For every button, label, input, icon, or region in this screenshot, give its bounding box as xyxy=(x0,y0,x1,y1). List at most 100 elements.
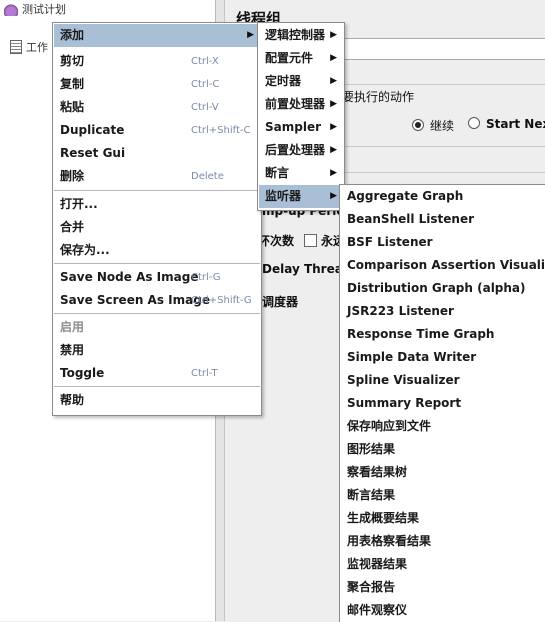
chevron-right-icon: ▶ xyxy=(330,122,337,132)
menu-item-label: 断言结果 xyxy=(347,488,396,502)
listener-item-spline-visualizer[interactable]: Spline Visualizer xyxy=(341,369,545,392)
listener-item-item-16[interactable]: 监视器结果 xyxy=(341,553,545,576)
tree-item-workbench[interactable]: 工作 xyxy=(4,38,48,56)
submenu-item-item-7[interactable]: 监听器 ▶ xyxy=(259,185,343,208)
radio-continue[interactable]: 继续 xyxy=(412,117,454,134)
menu-item-label: Summary Report xyxy=(347,396,462,410)
listener-item-comparison-assertion-visualizer[interactable]: Comparison Assertion Visualizer xyxy=(341,254,545,277)
shortcut-hint: Ctrl-X xyxy=(191,56,219,67)
menu-item-label: 帮助 xyxy=(60,393,85,407)
chevron-right-icon: ▶ xyxy=(330,30,337,40)
menu-item-label: 打开... xyxy=(60,197,98,211)
menu-item-label: Duplicate xyxy=(60,123,125,137)
menu-item-item-6[interactable]: 删除 Delete xyxy=(54,165,260,188)
menu-item-label: 配置元件 xyxy=(265,51,314,65)
radio-selected-icon xyxy=(412,119,424,131)
menu-item-item-7[interactable]: 打开... xyxy=(54,193,260,216)
menu-item-label: 剪切 xyxy=(60,54,85,68)
listener-item-summary-report[interactable]: Summary Report xyxy=(341,392,545,415)
menu-item-reset-gui[interactable]: Reset Gui xyxy=(54,142,260,165)
listener-item-item-17[interactable]: 聚合报告 xyxy=(341,576,545,599)
menu-item-item-13[interactable]: 禁用 xyxy=(54,339,260,362)
menu-item-item-15[interactable]: 帮助 xyxy=(54,389,260,412)
chevron-right-icon: ▶ xyxy=(247,30,254,40)
menu-item-label: BeanShell Listener xyxy=(347,212,475,226)
action-label: 要执行的动作 xyxy=(342,90,415,104)
listener-item-response-time-graph[interactable]: Response Time Graph xyxy=(341,323,545,346)
submenu-item-item-1[interactable]: 配置元件 ▶ xyxy=(259,47,343,70)
menu-item-item-3[interactable]: 粘贴 Ctrl-V xyxy=(54,96,260,119)
listener-item-item-13[interactable]: 断言结果 xyxy=(341,484,545,507)
menu-item-item-2[interactable]: 复制 Ctrl-C xyxy=(54,73,260,96)
shortcut-hint: Ctrl-V xyxy=(191,102,219,113)
radio-start-next[interactable]: Start Next xyxy=(468,117,545,131)
chevron-right-icon: ▶ xyxy=(330,145,337,155)
chevron-right-icon: ▶ xyxy=(330,99,337,109)
menu-item-label: 保存响应到文件 xyxy=(347,419,432,433)
menu-item-item-8[interactable]: 合并 xyxy=(54,216,260,239)
menu-item-label: Save Screen As Image xyxy=(60,293,210,307)
menu-item-label: 禁用 xyxy=(60,343,85,357)
menu-item-label: 后置处理器 xyxy=(265,143,326,157)
delay-thread-label[interactable]: Delay Thread xyxy=(262,262,351,276)
tree-item-label: 测试计划 xyxy=(22,3,66,16)
menu-item-item-9[interactable]: 保存为... xyxy=(54,239,260,262)
menu-separator xyxy=(54,313,260,314)
menu-item-label: 断言 xyxy=(265,166,290,180)
menu-item-item-0[interactable]: 添加 ▶ xyxy=(54,24,260,47)
listener-item-item-11[interactable]: 图形结果 xyxy=(341,438,545,461)
tree-item-test-plan[interactable]: 测试计划 xyxy=(4,0,66,18)
menu-item-label: Aggregate Graph xyxy=(347,189,464,203)
listener-item-item-15[interactable]: 用表格察看结果 xyxy=(341,530,545,553)
submenu-item-item-0[interactable]: 逻辑控制器 ▶ xyxy=(259,24,343,47)
menu-item-label: Simple Data Writer xyxy=(347,350,477,364)
listener-item-distribution-graph-alpha[interactable]: Distribution Graph (alpha) xyxy=(341,277,545,300)
tree-item-label: 工作 xyxy=(26,41,48,54)
listener-item-item-14[interactable]: 生成概要结果 xyxy=(341,507,545,530)
menu-item-label: 启用 xyxy=(60,320,85,334)
menu-item-label: 添加 xyxy=(60,28,85,42)
menu-item-duplicate[interactable]: Duplicate Ctrl+Shift-C xyxy=(54,119,260,142)
menu-item-label: JSR223 Listener xyxy=(347,304,454,318)
scheduler-label[interactable]: 调度器 xyxy=(262,293,298,310)
listener-item-beanshell-listener[interactable]: BeanShell Listener xyxy=(341,208,545,231)
menu-item-label: BSF Listener xyxy=(347,235,433,249)
chevron-right-icon: ▶ xyxy=(330,53,337,63)
listener-item-item-18[interactable]: 邮件观察仪 xyxy=(341,599,545,622)
flask-icon xyxy=(4,2,18,16)
menu-separator xyxy=(54,263,260,264)
submenu-item-item-6[interactable]: 断言 ▶ xyxy=(259,162,343,185)
listener-item-simple-data-writer[interactable]: Simple Data Writer xyxy=(341,346,545,369)
menu-item-label: 保存为... xyxy=(60,243,110,257)
menu-item-toggle[interactable]: Toggle Ctrl-T xyxy=(54,362,260,385)
clipboard-icon xyxy=(10,40,22,54)
menu-item-label: 前置处理器 xyxy=(265,97,326,111)
chevron-right-icon: ▶ xyxy=(330,168,337,178)
submenu-item-item-2[interactable]: 定时器 ▶ xyxy=(259,70,343,93)
menu-separator xyxy=(54,190,260,191)
loop-count-label: 环次数 xyxy=(258,234,295,248)
menu-item-label: Save Node As Image xyxy=(60,270,199,284)
menu-item-save-node-as-image[interactable]: Save Node As Image Ctrl-G xyxy=(54,266,260,289)
menu-item-label: 察看结果树 xyxy=(347,465,408,479)
submenu-item-sampler[interactable]: Sampler ▶ xyxy=(259,116,343,139)
context-menu: 添加 ▶ 剪切 Ctrl-X 复制 Ctrl-C 粘贴 Ctrl-V Duplicate Ctrl… xyxy=(52,22,262,416)
listener-item-aggregate-graph[interactable]: Aggregate Graph xyxy=(341,185,545,208)
menu-item-label: 用表格察看结果 xyxy=(347,534,432,548)
listener-item-jsr223-listener[interactable]: JSR223 Listener xyxy=(341,300,545,323)
menu-item-label: 复制 xyxy=(60,77,85,91)
listener-item-bsf-listener[interactable]: BSF Listener xyxy=(341,231,545,254)
listener-item-item-12[interactable]: 察看结果树 xyxy=(341,461,545,484)
menu-item-label: Response Time Graph xyxy=(347,327,495,341)
menu-item-save-screen-as-image[interactable]: Save Screen As Image Ctrl+Shift-G xyxy=(54,289,260,312)
menu-item-label: 监视器结果 xyxy=(347,557,408,571)
menu-item-item-12[interactable]: 启用 xyxy=(54,316,260,339)
submenu-item-item-5[interactable]: 后置处理器 ▶ xyxy=(259,139,343,162)
submenu-item-item-3[interactable]: 前置处理器 ▶ xyxy=(259,93,343,116)
listener-item-item-10[interactable]: 保存响应到文件 xyxy=(341,415,545,438)
shortcut-hint: Ctrl+Shift-C xyxy=(191,125,251,136)
menu-item-label: 逻辑控制器 xyxy=(265,28,326,42)
menu-item-label: 监听器 xyxy=(265,189,302,203)
menu-item-item-1[interactable]: 剪切 Ctrl-X xyxy=(54,50,260,73)
chevron-right-icon: ▶ xyxy=(330,191,337,201)
